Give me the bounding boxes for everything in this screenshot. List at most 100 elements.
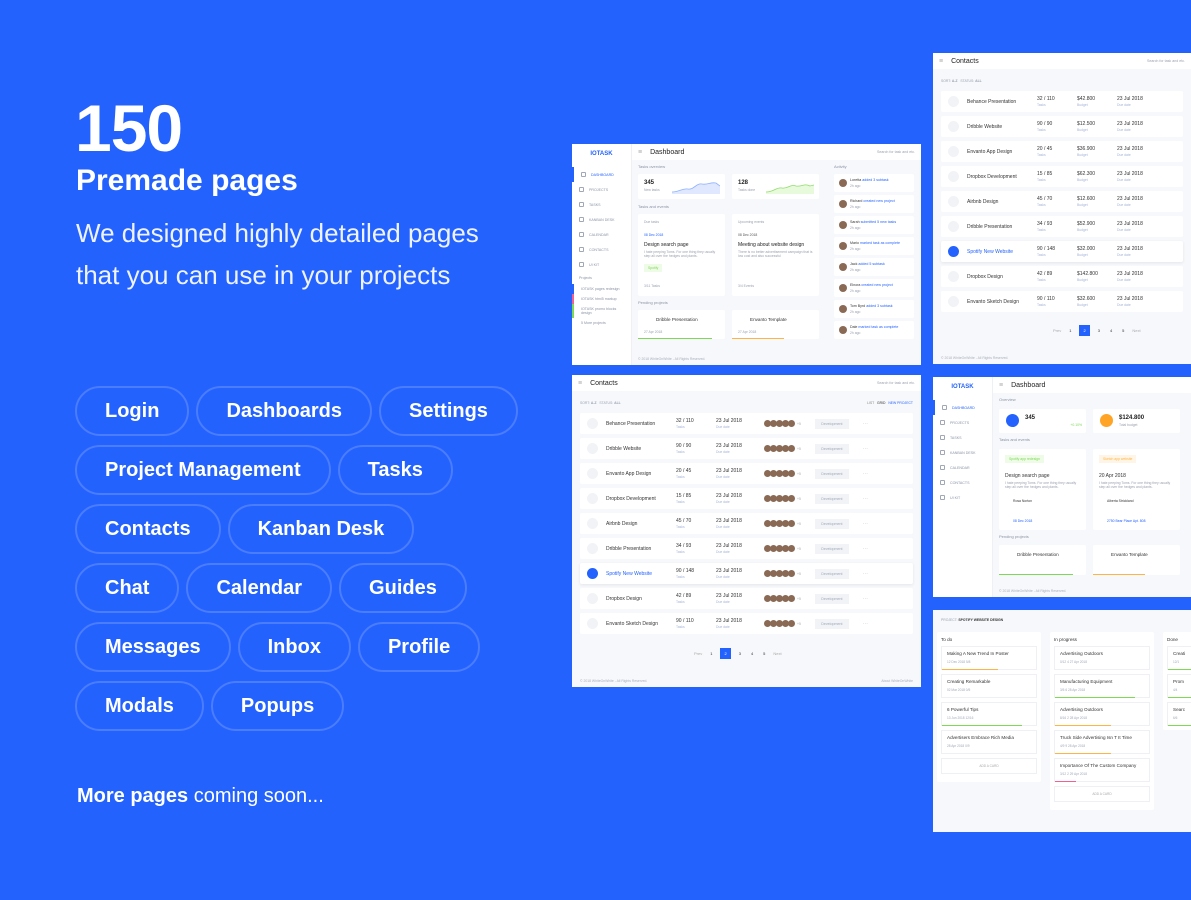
page-pill[interactable]: Settings [379, 386, 518, 436]
sidebar-item[interactable]: Dashboard [933, 400, 992, 415]
page-pill[interactable]: Popups [210, 681, 345, 731]
contact-row[interactable]: Dribble Website 90 / 90 Tasks 23 Jul 2018 Du… [580, 438, 913, 459]
search-input[interactable]: Search for task and etc. [1147, 59, 1185, 63]
project-name[interactable]: Airbnb Design [606, 521, 676, 527]
more-options-icon[interactable]: ··· [863, 571, 868, 577]
kanban-card[interactable]: Creati 12/1 [1167, 646, 1191, 670]
sidebar-project[interactable]: IOTASK pages redesign [572, 284, 631, 294]
kanban-card[interactable]: Making A New Trend In Poster 12 Dec 2018 … [941, 646, 1037, 670]
kanban-card[interactable]: Creating Remarkable 02 Mar 2018 0/5 [941, 674, 1037, 698]
prev-button[interactable]: Prev [694, 651, 702, 656]
due-tasks-card[interactable]: Due tasks 08 Dec 2018 Design search page… [638, 214, 725, 296]
contact-row[interactable]: Spotify New Website 90 / 148 Tasks $32.000 B… [941, 241, 1183, 262]
kanban-card[interactable]: Advertisers Embrace Rich Media 28 Apr 201… [941, 730, 1037, 754]
more-options-icon[interactable]: ··· [863, 546, 868, 552]
sidebar-item[interactable]: Projects [572, 182, 631, 197]
contact-row[interactable]: Dribble Presentation 34 / 93 Tasks $52.900 B… [941, 216, 1183, 237]
sidebar-project[interactable]: IOTASK promo blocks design [572, 304, 631, 318]
sort-filter[interactable]: SORT: A-Z STATUS: ALL [580, 401, 621, 405]
sidebar-item[interactable]: Calendar [572, 227, 631, 242]
page-button[interactable]: 4 [749, 648, 755, 659]
event-card[interactable]: Spotify app redesign Design search page … [999, 449, 1086, 530]
menu-icon[interactable]: ≡ [939, 58, 943, 65]
kanban-card[interactable]: Prom 4/4 [1167, 674, 1191, 698]
page-pill[interactable]: Messages [75, 622, 231, 672]
contact-row[interactable]: Spotify New Website 90 / 148 Tasks 23 Jul 2… [580, 563, 913, 584]
page-button[interactable]: 1 [708, 648, 714, 659]
page-pill[interactable]: Login [75, 386, 190, 436]
sidebar-item[interactable]: Contacts [933, 475, 992, 490]
activity-item[interactable]: Jack added 5 subtask 2h ago [834, 258, 914, 276]
kanban-card[interactable]: Truck Side Advertising Isn T It Time 4/9 … [1054, 730, 1150, 754]
project-name[interactable]: Dribble Website [967, 124, 1037, 130]
prev-button[interactable]: Prev [1053, 328, 1061, 333]
page-pill[interactable]: Project Management [75, 445, 331, 495]
project-name[interactable]: Spotify New Website [967, 249, 1037, 255]
more-options-icon[interactable]: ··· [863, 496, 868, 502]
contact-row[interactable]: Dribble Presentation 34 / 93 Tasks 23 Jul 2… [580, 538, 913, 559]
activity-item[interactable]: Elnora created new project 2h ago [834, 279, 914, 297]
kanban-card[interactable]: Advertising Outdoors 0/12 4 27 Apr 2018 [1054, 646, 1150, 670]
project-name[interactable]: Dropbox Design [967, 274, 1037, 280]
page-pill[interactable]: Modals [75, 681, 204, 731]
activity-item[interactable]: Dale marked task as complete 2h ago [834, 321, 914, 339]
project-name[interactable]: Dropbox Development [606, 496, 676, 502]
more-options-icon[interactable]: ··· [863, 446, 868, 452]
sidebar-item[interactable]: UI Kit [572, 257, 631, 272]
contact-row[interactable]: Airbnb Design 45 / 70 Tasks 23 Jul 2018 Due … [580, 513, 913, 534]
contact-row[interactable]: Behance Presentation 32 / 110 Tasks 23 Jul … [580, 413, 913, 434]
pending-project[interactable]: Envanto Template [1093, 545, 1180, 575]
more-options-icon[interactable]: ··· [863, 421, 868, 427]
add-card-button[interactable]: ADD A CARD [1054, 786, 1150, 802]
page-button[interactable]: 2 [720, 648, 731, 659]
activity-item[interactable]: Loretta added 3 subtask 2h ago [834, 174, 914, 192]
search-input[interactable]: Search for task and etc. [877, 150, 915, 154]
kanban-card[interactable]: Importance Of The Custom Company 3/12 2 2… [1054, 758, 1150, 782]
kanban-card[interactable]: Manufacturing Equipment 3/5 6 28 Apr 2018 [1054, 674, 1150, 698]
sidebar-item[interactable]: Kanban Desk [933, 445, 992, 460]
project-name[interactable]: Behance Presentation [967, 99, 1037, 105]
about-link[interactable]: About WhiteOnWhite [881, 679, 913, 683]
kanban-card[interactable]: Searc 6/6 [1167, 702, 1191, 726]
project-name[interactable]: Dribble Presentation [967, 224, 1037, 230]
kanban-card[interactable]: Advertising Outdoors 8/16 2 28 Apr 2018 [1054, 702, 1150, 726]
activity-item[interactable]: Mario marked task as complete 2h ago [834, 237, 914, 255]
contact-row[interactable]: Airbnb Design 45 / 70 Tasks $12.600 Budget 23… [941, 191, 1183, 212]
page-pill[interactable]: Contacts [75, 504, 221, 554]
new-project-button[interactable]: LIST GRID NEW PROJECT [867, 401, 913, 405]
next-button[interactable]: Next [1132, 328, 1140, 333]
more-options-icon[interactable]: ··· [863, 621, 868, 627]
contact-row[interactable]: Dropbox Design 42 / 89 Tasks $142.800 Budget… [941, 266, 1183, 287]
project-name[interactable]: Dropbox Design [606, 596, 676, 602]
search-input[interactable]: Search for task and etc. [877, 381, 915, 385]
sidebar-project[interactable]: IOTASK html5 markup [572, 294, 631, 304]
project-name[interactable]: Envanto App Design [606, 471, 676, 477]
contact-row[interactable]: Dribble Website 90 / 90 Tasks $12.500 Budget… [941, 116, 1183, 137]
menu-icon[interactable]: ≡ [999, 382, 1003, 389]
sidebar-item[interactable]: Tasks [572, 197, 631, 212]
sidebar-item[interactable]: Kanban Desk [572, 212, 631, 227]
page-pill[interactable]: Chat [75, 563, 180, 613]
sidebar-item[interactable]: Calendar [933, 460, 992, 475]
project-name[interactable]: Envanto Sketch Design [967, 299, 1037, 305]
activity-item[interactable]: Sarah submitted 5 new tasks 2h ago [834, 216, 914, 234]
contact-row[interactable]: Behance Presentation 32 / 110 Tasks $42.800… [941, 91, 1183, 112]
kanban-card[interactable]: 6 Powerful Tips 13 Jun 2018 12/16 [941, 702, 1037, 726]
page-button[interactable]: 1 [1067, 325, 1073, 336]
menu-icon[interactable]: ≡ [578, 380, 582, 387]
page-pill[interactable]: Guides [339, 563, 467, 613]
page-button[interactable]: 3 [737, 648, 743, 659]
contact-row[interactable]: Dropbox Design 42 / 89 Tasks 23 Jul 2018 Due… [580, 588, 913, 609]
project-name[interactable]: Envanto App Design [967, 149, 1037, 155]
contact-row[interactable]: Envanto Sketch Design 90 / 110 Tasks 23 Jul… [580, 613, 913, 634]
activity-item[interactable]: Richard created new project 2h ago [834, 195, 914, 213]
sidebar-item[interactable]: Tasks [933, 430, 992, 445]
page-button[interactable]: 4 [1108, 325, 1114, 336]
page-button[interactable]: 2 [1079, 325, 1090, 336]
page-pill[interactable]: Dashboards [196, 386, 373, 436]
sidebar-item[interactable]: UI Kit [933, 490, 992, 505]
page-button[interactable]: 5 [1120, 325, 1126, 336]
page-pill[interactable]: Profile [357, 622, 481, 672]
page-pill[interactable]: Inbox [237, 622, 351, 672]
menu-icon[interactable]: ≡ [638, 149, 642, 156]
